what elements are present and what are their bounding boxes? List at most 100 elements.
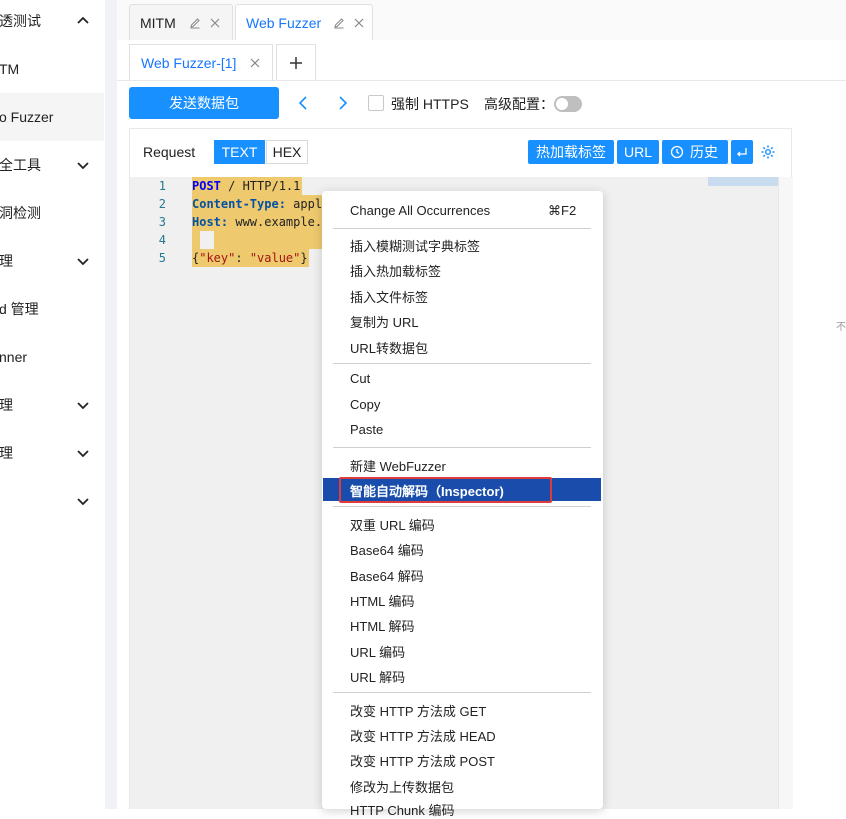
sidebar-item[interactable]: TM <box>0 45 104 93</box>
menu-separator <box>333 363 591 364</box>
plus-icon <box>290 56 302 69</box>
sidebar-item[interactable] <box>0 477 104 525</box>
send-packet-button[interactable]: 发送数据包 <box>129 87 279 119</box>
sidebar-item[interactable]: 理 <box>0 381 104 429</box>
sidebar-item-label: 理 <box>0 397 13 413</box>
chevron-down-icon[interactable] <box>76 158 90 172</box>
subtab-web-fuzzer-1[interactable]: Web Fuzzer-[1] <box>129 44 273 80</box>
back-arrow-icon[interactable] <box>294 94 312 112</box>
mode-hex-button[interactable]: HEX <box>266 140 308 164</box>
context-menu-item[interactable]: Paste <box>350 422 383 437</box>
history-icon <box>670 145 684 159</box>
sidebar: 透测试 TM o Fuzzer 全工具 洞检测理 d 管理 nner 理理 <box>0 0 106 809</box>
context-menu-item[interactable]: 改变 HTTP 方法成 GET <box>350 701 486 720</box>
context-menu-item[interactable]: Base64 编码 <box>350 540 424 559</box>
add-tab-button[interactable] <box>276 44 316 80</box>
line-number: 1 <box>158 179 166 193</box>
selection-highlight <box>192 231 200 249</box>
edit-icon[interactable] <box>332 16 346 30</box>
sidebar-item-label: 洞检测 <box>0 205 41 221</box>
context-menu-item[interactable]: 插入热加载标签 <box>350 261 441 280</box>
context-menu-item[interactable]: Base64 解码 <box>350 566 424 585</box>
sidebar-item[interactable]: 理 <box>0 429 104 477</box>
chevron-down-icon[interactable] <box>76 494 90 508</box>
code-token: "value" <box>249 251 301 265</box>
chevron-down-icon[interactable] <box>76 254 90 268</box>
context-menu-item[interactable]: HTML 解码 <box>350 616 415 635</box>
sidebar-item[interactable]: o Fuzzer <box>0 93 104 141</box>
history-label: 历史 <box>690 144 718 160</box>
code-token: } <box>300 251 308 265</box>
sidebar-item-label: d 管理 <box>0 301 39 317</box>
history-button[interactable]: 历史 <box>662 140 728 164</box>
selection-highlight <box>214 231 323 249</box>
sidebar-item[interactable]: 透测试 <box>0 0 104 45</box>
sidebar-item-label: o Fuzzer <box>0 109 54 125</box>
chevron-up-icon[interactable] <box>76 14 90 28</box>
tab-mitm[interactable]: MITM <box>129 4 233 40</box>
close-icon[interactable] <box>248 56 262 70</box>
edit-icon[interactable] <box>188 16 202 30</box>
code-line: Content-Type: appl <box>192 195 322 213</box>
line-number: 4 <box>158 233 166 247</box>
tab-label: MITM <box>140 14 176 31</box>
close-icon[interactable] <box>208 16 222 30</box>
sidebar-item-label: 透测试 <box>0 13 41 29</box>
sidebar-item[interactable]: d 管理 <box>0 285 104 333</box>
request-title: Request <box>143 144 196 160</box>
menu-shortcut: ⌘F2 <box>548 203 577 218</box>
context-menu-item[interactable]: 双重 URL 编码 <box>350 515 435 534</box>
context-menu-item[interactable]: 改变 HTTP 方法成 HEAD <box>350 726 496 745</box>
url-button[interactable]: URL <box>617 140 659 164</box>
chevron-down-icon[interactable] <box>76 398 90 412</box>
force-https-checkbox[interactable] <box>368 95 384 111</box>
editor-scrollbar[interactable] <box>778 177 793 809</box>
context-menu-item[interactable]: URL 编码 <box>350 642 405 661</box>
context-menu-item[interactable]: Change All Occurrences <box>350 203 490 218</box>
annotation-box <box>339 477 552 503</box>
sidebar-item-label: TM <box>0 61 20 77</box>
code-token: POST <box>192 179 221 193</box>
code-token: "key" <box>199 251 236 265</box>
enter-button[interactable] <box>731 140 753 164</box>
sidebar-item[interactable]: 洞检测 <box>0 189 104 237</box>
chevron-down-icon[interactable] <box>76 446 90 460</box>
advanced-config-toggle[interactable] <box>554 96 582 112</box>
code-line: Host: www.example. <box>192 213 322 231</box>
context-menu-item[interactable]: 插入模糊测试字典标签 <box>350 236 480 255</box>
sidebar-item[interactable]: 全工具 <box>0 141 104 189</box>
sidebar-item[interactable]: nner <box>0 333 104 381</box>
gear-icon[interactable] <box>760 144 776 160</box>
context-menu-item[interactable]: 复制为 URL <box>350 312 419 331</box>
code-token: appl <box>285 197 323 211</box>
context-menu-item[interactable]: Copy <box>350 397 380 412</box>
context-menu-item[interactable]: 改变 HTTP 方法成 POST <box>350 751 495 770</box>
code-token: Content-Type: <box>192 197 286 211</box>
context-menu-item[interactable]: 修改为上传数据包 <box>350 777 454 796</box>
forward-arrow-icon[interactable] <box>334 94 352 112</box>
sidebar-item-label: 全工具 <box>0 157 41 173</box>
close-icon[interactable] <box>352 16 366 30</box>
line-number: 2 <box>158 197 166 211</box>
context-menu-item[interactable]: Cut <box>350 371 370 386</box>
toggle-knob <box>556 98 568 110</box>
code-token: / HTTP/1.1 <box>220 179 301 193</box>
subtab-label: Web Fuzzer-[1] <box>141 54 237 71</box>
context-menu-item[interactable]: URL 解码 <box>350 667 405 686</box>
enter-icon <box>737 148 747 157</box>
context-menu-item[interactable]: 插入文件标签 <box>350 287 428 306</box>
context-menu-item[interactable]: URL转数据包 <box>350 338 428 357</box>
menu-separator <box>333 447 591 448</box>
code-token: : <box>235 251 250 265</box>
hotload-tag-button[interactable]: 热加载标签 <box>528 140 614 164</box>
context-menu-item[interactable]: 新建 WebFuzzer <box>350 456 446 475</box>
context-menu-item[interactable]: HTTP Chunk 编码 <box>350 800 455 819</box>
code-token: www.example. <box>228 215 323 229</box>
force-https-label: 强制 HTTPS <box>391 96 469 112</box>
menu-separator <box>333 228 591 229</box>
context-menu-item[interactable]: HTML 编码 <box>350 591 415 610</box>
sidebar-item[interactable]: 理 <box>0 237 104 285</box>
mode-text-button[interactable]: TEXT <box>214 140 265 164</box>
tab-web-fuzzer[interactable]: Web Fuzzer <box>235 4 373 40</box>
minimap-selection <box>708 177 778 186</box>
